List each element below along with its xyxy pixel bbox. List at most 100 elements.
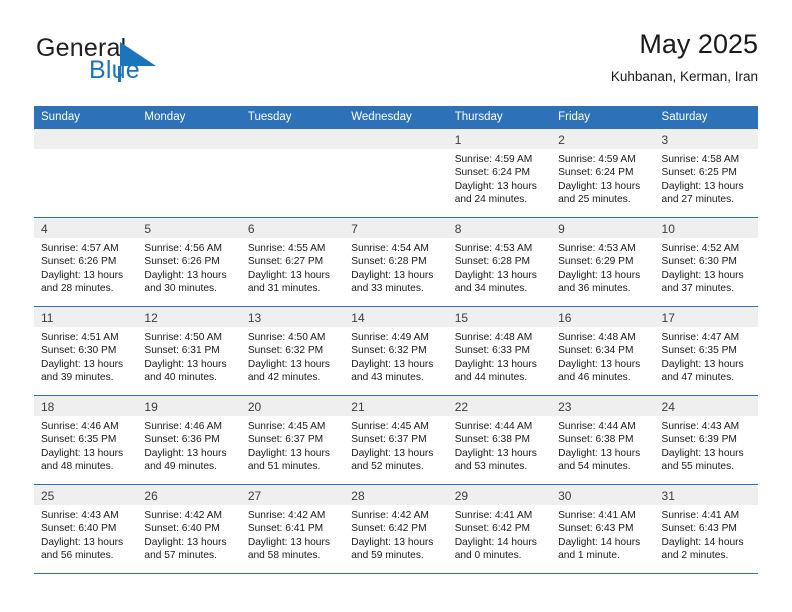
calendar-day-cell bbox=[137, 128, 241, 218]
sunrise-text: Sunrise: 4:53 AM bbox=[454, 243, 533, 254]
daylight-text: Daylight: 13 hours bbox=[661, 269, 744, 281]
calendar-day-cell: 21 Sunrise: 4:45 AM Sunset: 6:37 PM Dayligh… bbox=[344, 395, 448, 485]
daylight-text-cont: and 47 minutes. bbox=[661, 372, 735, 384]
day-cell-content[interactable]: 25 Sunrise: 4:43 AM Sunset: 6:40 PM Dayligh… bbox=[34, 485, 138, 573]
daylight-text-cont: and 37 minutes. bbox=[661, 283, 735, 295]
daylight-text: Daylight: 13 hours bbox=[351, 447, 434, 459]
day-cell-details bbox=[241, 149, 344, 153]
day-cell-content[interactable]: 2 Sunrise: 4:59 AM Sunset: 6:24 PM Daylight… bbox=[551, 129, 655, 217]
day-cell-content[interactable]: 6 Sunrise: 4:55 AM Sunset: 6:27 PM Daylight… bbox=[240, 218, 345, 306]
sunrise-text: Sunrise: 4:44 AM bbox=[558, 421, 636, 432]
day-number: 23 bbox=[558, 400, 572, 414]
daylight-text-cont: and 55 minutes. bbox=[661, 461, 735, 473]
day-cell-empty bbox=[240, 129, 345, 217]
sunset-text: Sunset: 6:26 PM bbox=[144, 256, 220, 268]
day-cell-content[interactable]: 23 Sunrise: 4:44 AM Sunset: 6:38 PM Dayligh… bbox=[551, 396, 655, 484]
sunrise-text: Sunrise: 4:42 AM bbox=[144, 510, 223, 521]
day-number: 8 bbox=[454, 222, 462, 236]
sunrise-text: Sunrise: 4:49 AM bbox=[351, 332, 429, 343]
sunset-text: Sunset: 6:32 PM bbox=[247, 345, 324, 357]
day-cell-content[interactable]: 7 Sunrise: 4:54 AM Sunset: 6:28 PM Daylight… bbox=[344, 218, 448, 306]
day-number: 11 bbox=[41, 311, 54, 325]
day-cell-content[interactable]: 13 Sunrise: 4:50 AM Sunset: 6:32 PM Dayligh… bbox=[240, 307, 345, 395]
day-cell-content[interactable]: 3 Sunrise: 4:58 AM Sunset: 6:25 PM Daylight… bbox=[654, 129, 758, 217]
daylight-text-cont: and 43 minutes. bbox=[351, 372, 424, 384]
sunset-text: Sunset: 6:38 PM bbox=[558, 434, 634, 446]
day-cell-content[interactable]: 4 Sunrise: 4:57 AM Sunset: 6:26 PM Daylight… bbox=[34, 218, 138, 306]
daylight-text-cont: and 34 minutes. bbox=[454, 283, 528, 295]
daylight-text-cont: and 0 minutes. bbox=[454, 550, 522, 562]
day-cell-content[interactable]: 26 Sunrise: 4:42 AM Sunset: 6:40 PM Dayligh… bbox=[137, 485, 241, 573]
day-number-band bbox=[34, 129, 138, 149]
day-cell-content[interactable]: 5 Sunrise: 4:56 AM Sunset: 6:26 PM Daylight… bbox=[137, 218, 241, 306]
calendar-day-cell: 13 Sunrise: 4:50 AM Sunset: 6:32 PM Dayligh… bbox=[240, 306, 345, 396]
day-cell-content[interactable]: 10 Sunrise: 4:52 AM Sunset: 6:30 PM Dayligh… bbox=[654, 218, 758, 306]
sunset-text: Sunset: 6:40 PM bbox=[144, 523, 220, 535]
daylight-text-cont: and 58 minutes. bbox=[247, 550, 321, 562]
day-cell-content[interactable]: 24 Sunrise: 4:43 AM Sunset: 6:39 PM Dayligh… bbox=[654, 396, 758, 484]
day-cell-content[interactable]: 22 Sunrise: 4:44 AM Sunset: 6:38 PM Dayligh… bbox=[447, 396, 552, 484]
day-number: 1 bbox=[454, 133, 462, 147]
day-cell-content[interactable]: 30 Sunrise: 4:41 AM Sunset: 6:43 PM Dayligh… bbox=[551, 485, 655, 573]
day-cell-details: Sunrise: 4:42 AM Sunset: 6:42 PM Daylight:… bbox=[344, 505, 447, 563]
sunset-text: Sunset: 6:32 PM bbox=[351, 345, 427, 357]
day-cell-details: Sunrise: 4:43 AM Sunset: 6:40 PM Daylight:… bbox=[34, 505, 137, 563]
daylight-text-cont: and 48 minutes. bbox=[41, 461, 114, 473]
day-cell-details: Sunrise: 4:41 AM Sunset: 6:42 PM Daylight:… bbox=[448, 505, 551, 563]
day-cell-content[interactable]: 8 Sunrise: 4:53 AM Sunset: 6:28 PM Daylight… bbox=[447, 218, 552, 306]
day-number: 20 bbox=[247, 400, 262, 414]
day-cell-content[interactable]: 1 Sunrise: 4:59 AM Sunset: 6:24 PM Daylight… bbox=[447, 129, 552, 217]
day-cell-content[interactable]: 21 Sunrise: 4:45 AM Sunset: 6:37 PM Dayligh… bbox=[344, 396, 448, 484]
day-cell-content[interactable]: 14 Sunrise: 4:49 AM Sunset: 6:32 PM Dayligh… bbox=[344, 307, 448, 395]
day-cell-content[interactable]: 9 Sunrise: 4:53 AM Sunset: 6:29 PM Daylight… bbox=[551, 218, 655, 306]
day-cell-empty bbox=[34, 129, 138, 217]
sunset-text: Sunset: 6:28 PM bbox=[351, 256, 427, 268]
day-cell-content[interactable]: 29 Sunrise: 4:41 AM Sunset: 6:42 PM Dayligh… bbox=[447, 485, 552, 573]
day-number-band: 27 bbox=[240, 485, 345, 505]
day-cell-content[interactable]: 11 Sunrise: 4:51 AM Sunset: 6:30 PM Dayligh… bbox=[34, 307, 138, 395]
calendar-day-cell: 19 Sunrise: 4:46 AM Sunset: 6:36 PM Dayligh… bbox=[137, 395, 241, 485]
day-cell-content[interactable]: 31 Sunrise: 4:41 AM Sunset: 6:43 PM Dayligh… bbox=[654, 485, 758, 573]
daylight-text-cont: and 33 minutes. bbox=[351, 283, 424, 295]
day-number-band: 7 bbox=[344, 218, 448, 238]
sunset-text: Sunset: 6:35 PM bbox=[661, 345, 737, 357]
day-cell-content[interactable]: 17 Sunrise: 4:47 AM Sunset: 6:35 PM Dayligh… bbox=[654, 307, 758, 395]
day-cell-content[interactable]: 27 Sunrise: 4:42 AM Sunset: 6:41 PM Dayligh… bbox=[240, 485, 345, 573]
daylight-text: Daylight: 13 hours bbox=[454, 358, 537, 370]
day-number: 12 bbox=[144, 311, 158, 325]
day-cell-content[interactable]: 19 Sunrise: 4:46 AM Sunset: 6:36 PM Dayligh… bbox=[137, 396, 241, 484]
day-cell-content[interactable]: 15 Sunrise: 4:48 AM Sunset: 6:33 PM Dayligh… bbox=[447, 307, 552, 395]
day-cell-content[interactable]: 12 Sunrise: 4:50 AM Sunset: 6:31 PM Dayligh… bbox=[137, 307, 241, 395]
day-number-band: 6 bbox=[240, 218, 345, 238]
daylight-text-cont: and 59 minutes. bbox=[351, 550, 424, 562]
sunset-text: Sunset: 6:35 PM bbox=[41, 434, 117, 446]
day-number-band: 12 bbox=[137, 307, 241, 327]
day-number-band: 24 bbox=[654, 396, 758, 416]
calendar-day-cell: 2 Sunrise: 4:59 AM Sunset: 6:24 PM Daylight… bbox=[551, 128, 655, 218]
calendar-day-cell: 15 Sunrise: 4:48 AM Sunset: 6:33 PM Dayligh… bbox=[447, 306, 552, 396]
day-number: 10 bbox=[661, 222, 675, 236]
day-number-band: 4 bbox=[34, 218, 138, 238]
calendar-day-cell: 22 Sunrise: 4:44 AM Sunset: 6:38 PM Dayligh… bbox=[447, 395, 552, 485]
weekday-header-tuesday: Tuesday bbox=[240, 106, 345, 129]
day-cell-content[interactable]: 16 Sunrise: 4:48 AM Sunset: 6:34 PM Dayligh… bbox=[551, 307, 655, 395]
day-cell-content[interactable]: 20 Sunrise: 4:45 AM Sunset: 6:37 PM Dayligh… bbox=[240, 396, 345, 484]
day-cell-content[interactable]: 28 Sunrise: 4:42 AM Sunset: 6:42 PM Dayligh… bbox=[344, 485, 448, 573]
day-cell-content[interactable]: 18 Sunrise: 4:46 AM Sunset: 6:35 PM Dayligh… bbox=[34, 396, 138, 484]
sunset-text: Sunset: 6:38 PM bbox=[454, 434, 531, 446]
sunrise-text: Sunrise: 4:50 AM bbox=[247, 332, 326, 343]
sunrise-text: Sunrise: 4:44 AM bbox=[454, 421, 533, 432]
daylight-text-cont: and 42 minutes. bbox=[247, 372, 321, 384]
daylight-text-cont: and 53 minutes. bbox=[454, 461, 528, 473]
sunset-text: Sunset: 6:27 PM bbox=[247, 256, 324, 268]
day-number-band: 16 bbox=[551, 307, 655, 327]
day-number: 15 bbox=[454, 311, 469, 325]
daylight-text: Daylight: 13 hours bbox=[351, 269, 434, 281]
calendar-day-cell: 28 Sunrise: 4:42 AM Sunset: 6:42 PM Dayligh… bbox=[344, 484, 448, 574]
sunset-text: Sunset: 6:43 PM bbox=[558, 523, 634, 535]
daylight-text-cont: and 40 minutes. bbox=[144, 372, 217, 384]
sunrise-text: Sunrise: 4:41 AM bbox=[661, 510, 740, 521]
day-number-band: 29 bbox=[447, 485, 552, 505]
sunset-text: Sunset: 6:33 PM bbox=[454, 345, 531, 357]
day-number-band: 3 bbox=[654, 129, 758, 149]
